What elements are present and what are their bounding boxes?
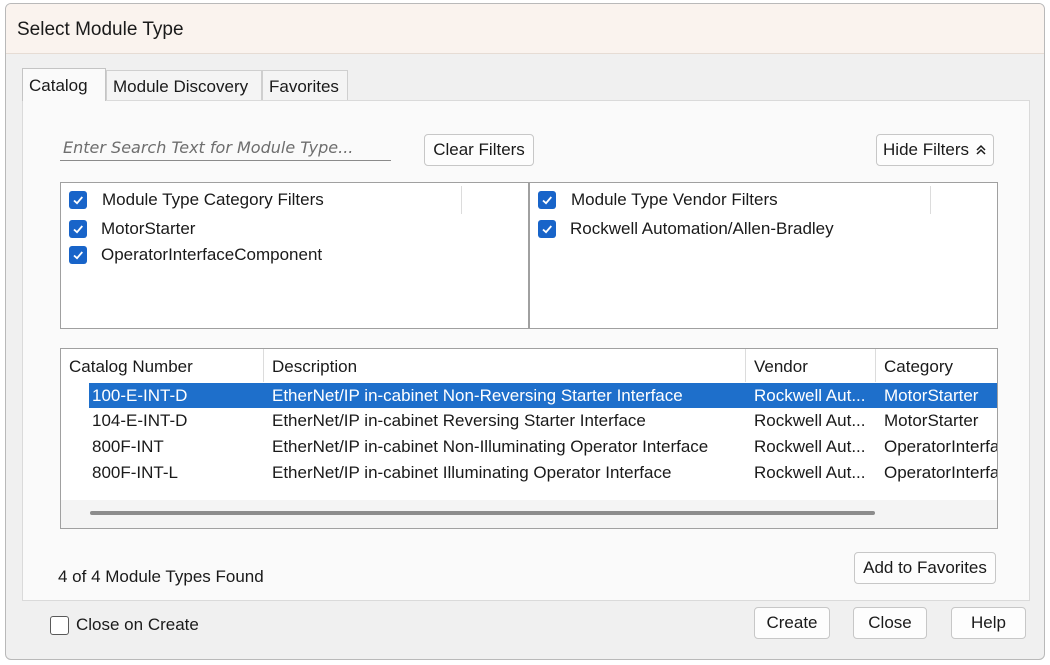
- tab-catalog[interactable]: Catalog: [22, 68, 106, 101]
- vendor-filters-title: Module Type Vendor Filters: [571, 190, 778, 209]
- description-cell: EtherNet/IP in-cabinet Illuminating Oper…: [272, 463, 672, 482]
- description-cell: EtherNet/IP in-cabinet Non-Reversing Sta…: [272, 386, 683, 405]
- description-cell: EtherNet/IP in-cabinet Non-Illuminating …: [272, 437, 709, 456]
- filter-item-label: OperatorInterfaceComponent: [101, 245, 323, 264]
- close-on-create-checkbox[interactable]: [50, 615, 69, 635]
- vendor-select-all-checkbox[interactable]: [538, 191, 556, 209]
- column-header-description[interactable]: Description: [264, 349, 746, 382]
- clear-filters-label: Clear Filters: [433, 140, 525, 159]
- module-type-table: Catalog Number Description Vendor Catego…: [60, 348, 998, 529]
- vendor-cell: Rockwell Aut...: [754, 463, 866, 482]
- tab-module-discovery[interactable]: Module Discovery: [106, 70, 262, 101]
- filter-item-operatorinterfacecomponent[interactable]: OperatorInterfaceComponent: [69, 243, 322, 267]
- catalog-tab-panel: Enter Search Text for Module Type... Cle…: [22, 100, 1030, 601]
- double-chevron-up-icon: [976, 144, 986, 155]
- vendor-cell: Rockwell Aut...: [754, 411, 866, 430]
- catalog-number-cell: 104-E-INT-D: [92, 411, 188, 430]
- column-divider: [930, 186, 931, 214]
- close-on-create-option[interactable]: Close on Create: [50, 613, 199, 637]
- checkmark-icon: [73, 196, 83, 205]
- category-select-all-checkbox[interactable]: [69, 191, 87, 209]
- column-header-category[interactable]: Category: [876, 349, 997, 382]
- filter-item-rockwell-automation[interactable]: Rockwell Automation/Allen-Bradley: [538, 217, 834, 241]
- tab-favorites[interactable]: Favorites: [262, 70, 348, 101]
- add-to-favorites-button[interactable]: Add to Favorites: [854, 552, 996, 584]
- category-cell: MotorStarter: [884, 386, 979, 405]
- dialog-title: Select Module Type: [17, 19, 184, 40]
- catalog-number-cell: 100-E-INT-D: [92, 386, 188, 405]
- table-row[interactable]: 104-E-INT-D EtherNet/IP in-cabinet Rever…: [89, 408, 997, 433]
- add-to-favorites-label: Add to Favorites: [863, 558, 987, 577]
- scrollbar-thumb[interactable]: [90, 511, 875, 515]
- horizontal-scrollbar[interactable]: [61, 500, 997, 528]
- column-header-catalog-number[interactable]: Catalog Number: [61, 349, 264, 382]
- search-input[interactable]: Enter Search Text for Module Type...: [60, 135, 391, 161]
- table-row[interactable]: 800F-INT EtherNet/IP in-cabinet Non-Illu…: [89, 434, 997, 459]
- checkmark-icon: [73, 225, 83, 234]
- vendor-cell: Rockwell Aut...: [754, 437, 866, 456]
- create-label: Create: [766, 613, 818, 632]
- vendor-cell: Rockwell Aut...: [754, 386, 866, 405]
- title-bar[interactable]: Select Module Type: [6, 4, 1044, 54]
- checkmark-icon: [73, 251, 83, 260]
- select-module-type-dialog: Select Module Type Catalog Module Discov…: [5, 3, 1045, 660]
- motorstarter-checkbox[interactable]: [69, 220, 87, 238]
- column-header-vendor[interactable]: Vendor: [746, 349, 876, 382]
- checkmark-icon: [542, 196, 552, 205]
- vendor-filters-panel: Module Type Vendor Filters Rockwell Auto…: [529, 182, 998, 329]
- category-filters-panel: Module Type Category Filters MotorStarte…: [60, 182, 529, 329]
- table-row[interactable]: 800F-INT-L EtherNet/IP in-cabinet Illumi…: [89, 460, 997, 485]
- close-button[interactable]: Close: [853, 607, 927, 639]
- close-on-create-label: Close on Create: [76, 615, 199, 634]
- table-row[interactable]: 100-E-INT-D EtherNet/IP in-cabinet Non-R…: [89, 383, 997, 408]
- column-divider: [461, 186, 462, 214]
- filter-item-label: Rockwell Automation/Allen-Bradley: [570, 219, 834, 238]
- category-cell: OperatorInterfa: [884, 437, 997, 456]
- catalog-number-cell: 800F-INT: [92, 437, 164, 456]
- vendor-filters-header: Module Type Vendor Filters: [530, 183, 997, 217]
- help-label: Help: [971, 613, 1006, 632]
- category-filters-title: Module Type Category Filters: [102, 190, 324, 209]
- checkmark-icon: [542, 225, 552, 234]
- close-label: Close: [868, 613, 912, 632]
- category-filters-header: Module Type Category Filters: [61, 183, 528, 217]
- rockwell-automation-checkbox[interactable]: [538, 220, 556, 238]
- hide-filters-label: Hide Filters: [883, 140, 969, 159]
- catalog-number-cell: 800F-INT-L: [92, 463, 178, 482]
- create-button[interactable]: Create: [754, 607, 830, 639]
- filter-item-motorstarter[interactable]: MotorStarter: [69, 217, 195, 241]
- filter-item-label: MotorStarter: [101, 219, 196, 238]
- category-cell: OperatorInterfa: [884, 463, 997, 482]
- operatorinterfacecomponent-checkbox[interactable]: [69, 246, 87, 264]
- results-count: 4 of 4 Module Types Found: [58, 567, 264, 586]
- category-cell: MotorStarter: [884, 411, 979, 430]
- hide-filters-button[interactable]: Hide Filters: [876, 134, 994, 166]
- clear-filters-button[interactable]: Clear Filters: [424, 134, 534, 166]
- help-button[interactable]: Help: [951, 607, 1026, 639]
- description-cell: EtherNet/IP in-cabinet Reversing Starter…: [272, 411, 646, 430]
